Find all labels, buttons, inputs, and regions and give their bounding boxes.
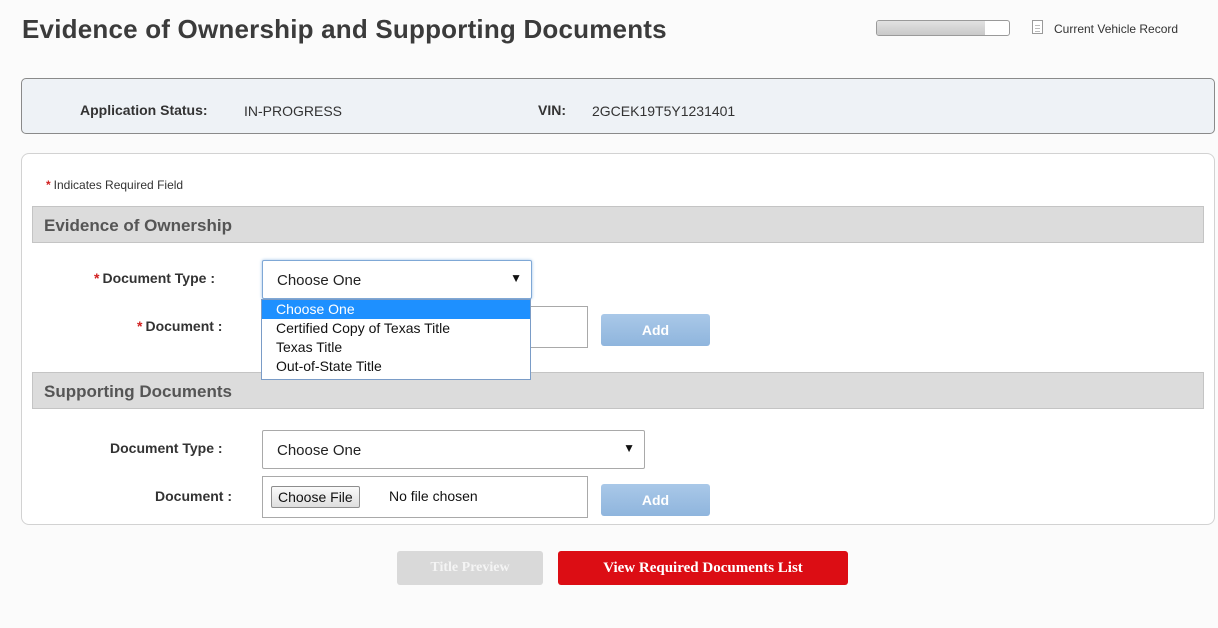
evidence-doc-type-label: * Document Type : (94, 270, 215, 286)
dropdown-option[interactable]: Out-of-State Title (262, 357, 530, 376)
supporting-section-title: Supporting Documents (44, 382, 232, 401)
evidence-doc-type-text: Document Type : (102, 270, 215, 286)
dropdown-option[interactable]: Texas Title (262, 338, 530, 357)
required-star-icon: * (137, 318, 143, 334)
evidence-doc-type-options: Choose One Certified Copy of Texas Title… (261, 299, 531, 380)
supporting-doc-type-select[interactable]: Choose One ▼ (262, 430, 645, 469)
title-preview-button[interactable]: Title Preview (397, 551, 543, 585)
dropdown-arrow-icon: ▼ (623, 441, 635, 455)
vin-value: 2GCEK19T5Y1231401 (592, 103, 736, 119)
current-vehicle-record-link[interactable]: Current Vehicle Record (1054, 22, 1178, 36)
supporting-section-header: Supporting Documents (32, 372, 1204, 409)
supporting-file-input[interactable]: Choose File No file chosen (262, 476, 588, 518)
evidence-doc-type-selected: Choose One (277, 272, 362, 289)
progress-bar (876, 20, 1010, 36)
document-icon[interactable] (1032, 20, 1043, 34)
application-status-value: IN-PROGRESS (244, 103, 343, 119)
dropdown-arrow-icon: ▼ (510, 271, 522, 285)
required-star-icon: * (46, 178, 51, 192)
required-note-text: Indicates Required Field (53, 178, 184, 192)
evidence-section-title: Evidence of Ownership (44, 216, 232, 235)
application-status-box: Application Status: IN-PROGRESS VIN: 2GC… (21, 78, 1215, 134)
dropdown-option[interactable]: Certified Copy of Texas Title (262, 319, 530, 338)
supporting-doc-label: Document : (155, 488, 232, 504)
required-field-note: * Indicates Required Field (46, 178, 183, 192)
evidence-section-header: Evidence of Ownership (32, 206, 1204, 243)
supporting-doc-type-label: Document Type : (110, 440, 223, 456)
vin-label: VIN: (538, 102, 566, 118)
application-status-label: Application Status: (80, 102, 208, 118)
view-required-documents-button[interactable]: View Required Documents List (558, 551, 848, 585)
evidence-doc-type-select[interactable]: Choose One ▼ (262, 260, 532, 299)
page-title: Evidence of Ownership and Supporting Doc… (22, 14, 667, 44)
evidence-add-button[interactable]: Add (601, 314, 710, 346)
choose-file-button[interactable]: Choose File (271, 486, 360, 508)
evidence-doc-label: * Document : (137, 318, 222, 334)
supporting-doc-type-selected: Choose One (277, 442, 362, 459)
evidence-doc-text: Document : (145, 318, 223, 334)
required-star-icon: * (94, 270, 100, 286)
supporting-add-button[interactable]: Add (601, 484, 710, 516)
progress-fill (877, 21, 986, 35)
dropdown-option[interactable]: Choose One (262, 300, 530, 319)
file-status-text: No file chosen (389, 488, 478, 504)
